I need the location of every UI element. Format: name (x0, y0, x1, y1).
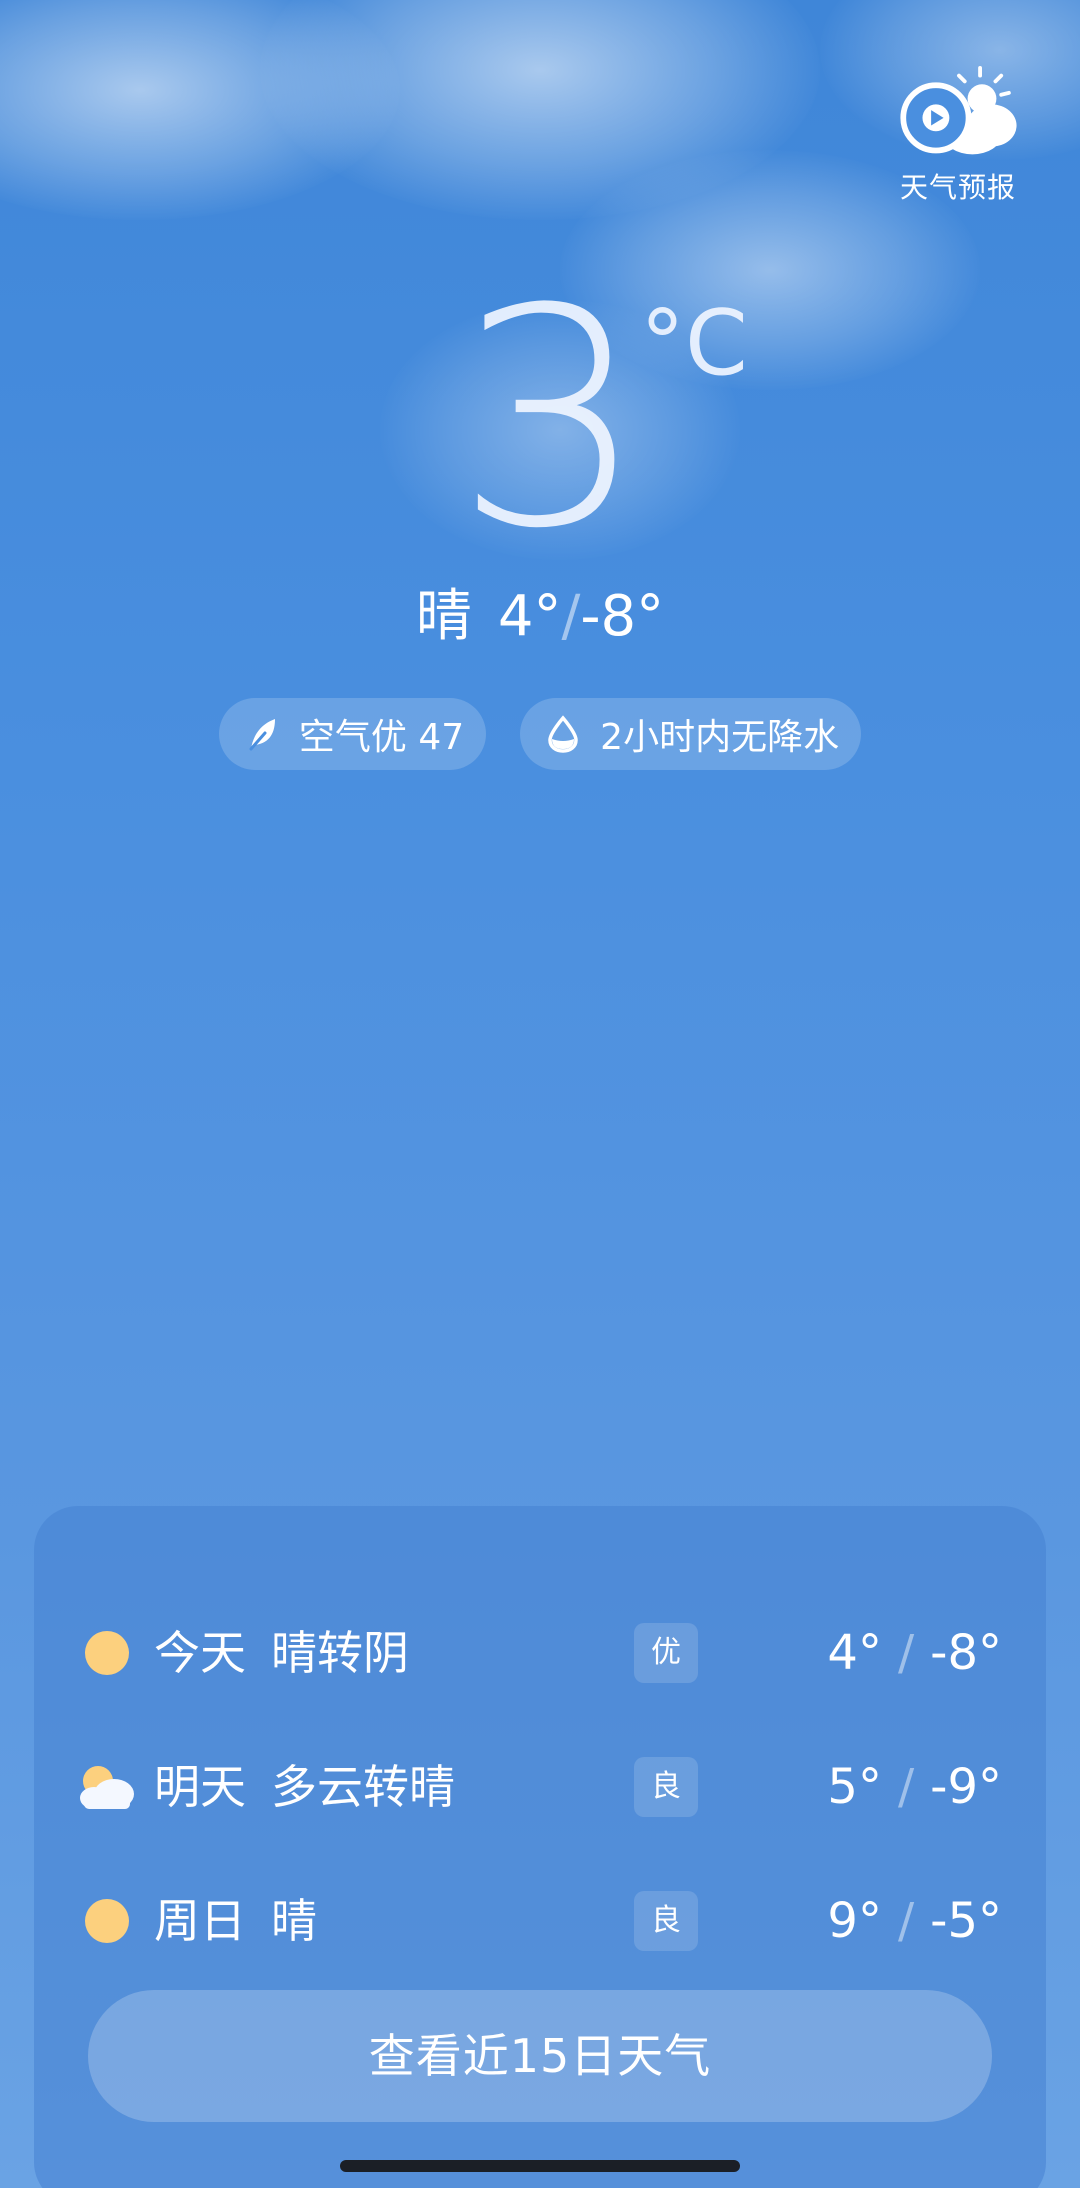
range-separator: / (561, 584, 581, 649)
leaf-icon (249, 719, 275, 751)
forecast-low: -5° (930, 1893, 1002, 1949)
forecast-range: 4° / -8° (827, 1608, 1002, 1698)
home-indicator[interactable] (340, 2160, 740, 2172)
video-forecast-label: 天气预报 (899, 171, 1016, 204)
forecast-desc: 晴转阴 (271, 1626, 409, 1680)
weather-screen: 天气预报 3 °C 晴 4°/-8° 空气优 47 2小时内无降水 今天 晴转阴… (0, 0, 1080, 2188)
current-temperature: 3 °C (0, 245, 1080, 594)
sky-cloud (0, 0, 400, 220)
video-cloud-icon (900, 66, 1017, 155)
forecast-high: 4° (827, 1625, 882, 1681)
range-separator: / (897, 1625, 915, 1681)
range-separator: / (897, 1759, 915, 1815)
forecast-range: 5° / -9° (827, 1742, 1002, 1832)
forecast-row-tomorrow[interactable]: 明天 多云转晴 良 5° / -9° (34, 1742, 1046, 1832)
water-drop-icon (548, 715, 578, 753)
forecast-row-today[interactable]: 今天 晴转阴 优 4° / -8° (34, 1608, 1046, 1698)
sun-icon (85, 1899, 129, 1943)
today-high: 4° (497, 584, 562, 649)
forecast-day: 明天 (154, 1760, 246, 1814)
precipitation-pill[interactable]: 2小时内无降水 (520, 698, 862, 770)
view-15-day-button[interactable]: 查看近15日天气 (88, 1990, 992, 2122)
temperature-unit: °C (640, 291, 748, 396)
condition-line: 晴 4°/-8° (0, 582, 1080, 652)
aqi-badge: 优 (634, 1623, 698, 1683)
forecast-low: -8° (930, 1625, 1002, 1681)
air-quality-text: 空气优 47 (298, 717, 465, 758)
sun-icon (85, 1631, 129, 1675)
forecast-row-sunday[interactable]: 周日 晴 良 9° / -5° (34, 1876, 1046, 1966)
partly-cloudy-icon (80, 1766, 134, 1809)
forecast-desc: 晴 (271, 1894, 317, 1948)
aqi-badge: 良 (634, 1757, 698, 1817)
forecast-range: 9° / -5° (827, 1876, 1002, 1966)
forecast-desc: 多云转晴 (271, 1760, 455, 1814)
range-separator: / (897, 1893, 915, 1949)
condition-text: 晴 (415, 584, 472, 649)
forecast-day: 周日 (154, 1894, 246, 1948)
today-low: -8° (580, 584, 665, 649)
sky-cloud (260, 0, 820, 220)
forecast-high: 5° (827, 1759, 882, 1815)
video-forecast-button[interactable]: 天气预报 (888, 66, 1028, 206)
aqi-badge: 良 (634, 1891, 698, 1951)
info-pills: 空气优 47 2小时内无降水 (0, 698, 1080, 770)
forecast-card: 今天 晴转阴 优 4° / -8° 明天 多云转晴 良 5° / -9° 周日 晴 良 (34, 1506, 1046, 2188)
forecast-day: 今天 (154, 1626, 246, 1680)
forecast-low: -9° (930, 1759, 1002, 1815)
forecast-high: 9° (827, 1893, 882, 1949)
temperature-value: 3 (455, 245, 646, 594)
precipitation-text: 2小时内无降水 (600, 717, 840, 758)
air-quality-pill[interactable]: 空气优 47 (218, 698, 487, 770)
